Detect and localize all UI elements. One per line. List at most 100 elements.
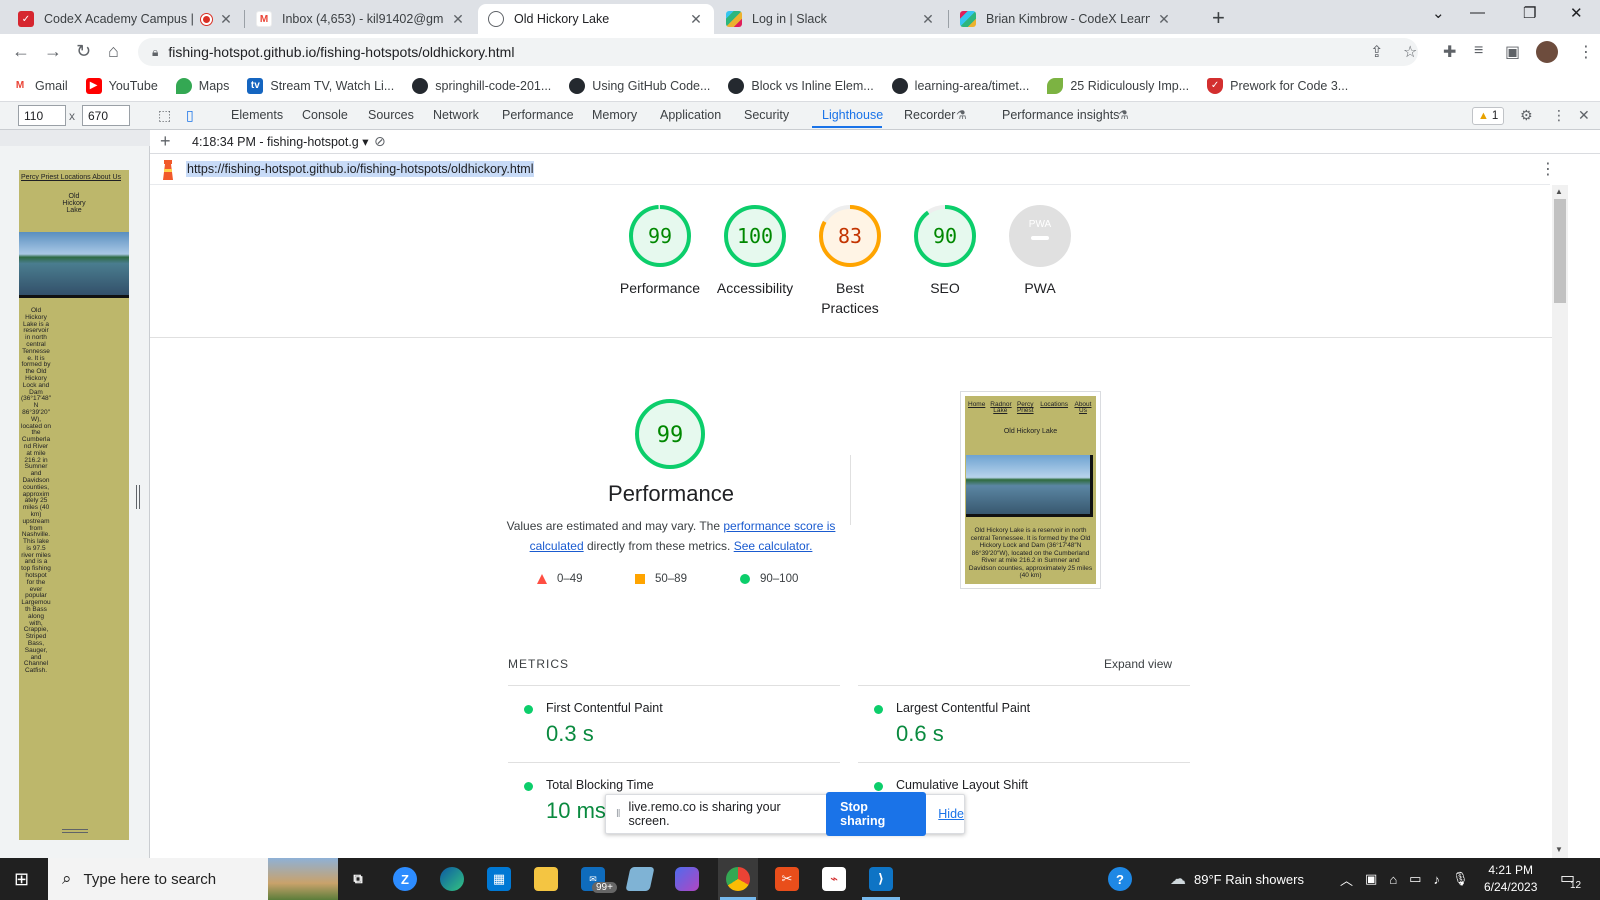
drag-grip-icon[interactable]: ‖ bbox=[616, 808, 621, 820]
taskbar-clock[interactable]: 4:21 PM 6/24/2023 bbox=[1484, 862, 1537, 896]
profile-avatar[interactable] bbox=[1536, 41, 1558, 63]
close-devtools-icon[interactable]: ✕ bbox=[1578, 107, 1590, 124]
close-tab-icon[interactable]: ✕ bbox=[218, 11, 234, 28]
tab-sources[interactable]: Sources bbox=[368, 108, 414, 122]
tab-search-chevron-icon[interactable]: ⌄ bbox=[1432, 4, 1445, 22]
share-icon[interactable]: ⇪ bbox=[1370, 42, 1383, 62]
bookmark-learning-area[interactable]: learning-area/timet... bbox=[891, 77, 1029, 94]
tab-security[interactable]: Security bbox=[744, 108, 789, 122]
report-selector[interactable]: 4:18:34 PM - fishing-hotspot.g ▾ bbox=[192, 134, 369, 149]
tab-network[interactable]: Network bbox=[433, 108, 479, 122]
store-icon[interactable]: ▦ bbox=[487, 867, 511, 891]
tab-old-hickory-lake[interactable]: Old Hickory Lake ✕ bbox=[478, 4, 714, 34]
inspect-element-icon[interactable]: ⬚ bbox=[158, 107, 171, 124]
bookmark-stream-tv[interactable]: tv Stream TV, Watch Li... bbox=[247, 77, 394, 94]
network-icon[interactable]: ⌂ bbox=[1389, 872, 1397, 887]
address-bar[interactable]: 🔒︎ fishing-hotspot.github.io/fishing-hot… bbox=[138, 38, 1418, 66]
weather-widget[interactable]: ☁ 89°F Rain showers bbox=[1170, 858, 1304, 900]
score-gauge-best-practices[interactable]: 83 Best Practices bbox=[795, 203, 905, 318]
close-tab-icon[interactable]: ✕ bbox=[450, 11, 466, 28]
reading-list-icon[interactable]: ≡ bbox=[1474, 42, 1483, 60]
issues-badge[interactable]: ▲ 1 bbox=[1472, 107, 1505, 125]
close-tab-icon[interactable]: ✕ bbox=[1156, 11, 1172, 28]
back-icon[interactable]: ← bbox=[12, 41, 30, 62]
score-gauge-accessibility[interactable]: 100 Accessibility bbox=[700, 203, 810, 298]
chrome-icon[interactable] bbox=[726, 867, 750, 891]
bookmark-youtube[interactable]: ▶ YouTube bbox=[85, 77, 158, 94]
windows-start-icon[interactable]: ⊞ bbox=[14, 869, 29, 890]
bookmark-block-inline[interactable]: Block vs Inline Elem... bbox=[728, 77, 874, 94]
side-panel-icon[interactable]: ▣ bbox=[1505, 42, 1520, 62]
tab-performance-insights[interactable]: Performance insights bbox=[1002, 108, 1119, 122]
scroll-up-icon[interactable]: ▲ bbox=[1555, 187, 1563, 196]
display-icon[interactable]: ▭ bbox=[1409, 871, 1421, 887]
meet-icon[interactable]: ▣ bbox=[1365, 871, 1377, 887]
tab-elements[interactable]: Elements bbox=[231, 108, 283, 122]
lock-icon[interactable]: 🔒︎ bbox=[152, 45, 158, 60]
hide-button[interactable]: Hide bbox=[938, 807, 964, 821]
microphone-icon[interactable]: 🎙︎ bbox=[1452, 871, 1469, 887]
notepad-icon[interactable] bbox=[625, 867, 655, 891]
bookmark-springhill[interactable]: springhill-code-201... bbox=[412, 77, 551, 94]
clear-report-icon[interactable]: ⊘ bbox=[374, 133, 386, 150]
close-tab-icon[interactable]: ✕ bbox=[688, 11, 704, 28]
snip-tool-icon[interactable]: ✂ bbox=[775, 867, 799, 891]
menu-icon[interactable]: ⋮ bbox=[1578, 42, 1594, 62]
visual-studio-icon[interactable] bbox=[675, 867, 699, 891]
score-gauge-performance[interactable]: 99 Performance bbox=[605, 203, 715, 298]
minimize-icon[interactable]: — bbox=[1470, 4, 1485, 21]
forward-icon[interactable]: → bbox=[44, 41, 62, 62]
device-width-input[interactable] bbox=[18, 105, 66, 126]
tab-slack[interactable]: Log in | Slack ✕ bbox=[716, 4, 946, 34]
tab-gmail-inbox[interactable]: M Inbox (4,653) - kil91402@gmail.c ✕ bbox=[246, 4, 476, 34]
new-report-icon[interactable]: + bbox=[160, 131, 171, 152]
pane-resize-handle[interactable] bbox=[136, 485, 140, 509]
tab-memory[interactable]: Memory bbox=[592, 108, 637, 122]
vscode-icon[interactable]: ⟩ bbox=[869, 867, 893, 891]
score-gauge-seo[interactable]: 90 SEO bbox=[890, 203, 1000, 298]
devtools-menu-icon[interactable]: ⋮ bbox=[1552, 107, 1566, 124]
extensions-icon[interactable]: ✚ bbox=[1443, 42, 1456, 62]
scroll-down-icon[interactable]: ▼ bbox=[1555, 845, 1563, 854]
bookmark-github-code[interactable]: Using GitHub Code... bbox=[569, 77, 710, 94]
zoom-icon[interactable]: Z bbox=[393, 867, 417, 891]
close-window-icon[interactable]: ✕ bbox=[1570, 4, 1583, 22]
show-hidden-icons-icon[interactable]: ︿ bbox=[1340, 870, 1353, 889]
edge-icon[interactable] bbox=[440, 867, 464, 891]
bookmark-25-ridiculously[interactable]: 25 Ridiculously Imp... bbox=[1047, 77, 1189, 94]
report-url[interactable]: https://fishing-hotspot.github.io/fishin… bbox=[186, 161, 535, 177]
bookmark-maps[interactable]: Maps bbox=[175, 77, 229, 94]
scrollbar-thumb[interactable] bbox=[1554, 199, 1566, 303]
settings-gear-icon[interactable]: ⚙ bbox=[1520, 107, 1533, 124]
file-explorer-icon[interactable] bbox=[534, 867, 558, 891]
close-tab-icon[interactable]: ✕ bbox=[920, 11, 936, 28]
report-scrollbar[interactable]: ▲ ▼ bbox=[1552, 185, 1568, 858]
taskbar-search-box[interactable]: ⌕ Type here to search bbox=[48, 858, 338, 900]
device-height-input[interactable] bbox=[82, 105, 130, 126]
bookmark-prework[interactable]: ✓ Prework for Code 3... bbox=[1207, 77, 1348, 94]
see-calculator-link[interactable]: See calculator. bbox=[734, 539, 813, 553]
tab-performance[interactable]: Performance bbox=[502, 108, 574, 122]
report-menu-icon[interactable]: ⋮ bbox=[1540, 159, 1556, 179]
tab-application[interactable]: Application bbox=[660, 108, 721, 122]
help-icon[interactable]: ? bbox=[1108, 867, 1132, 891]
tab-codex-learners[interactable]: Brian Kimbrow - CodeX Learners ✕ bbox=[950, 4, 1182, 34]
tab-lighthouse[interactable]: Lighthouse bbox=[822, 108, 883, 122]
preview-nav[interactable]: Percy Priest Locations About Us bbox=[19, 170, 129, 181]
final-screenshot[interactable]: Home Radnor Lake Percy Priest Locations … bbox=[960, 391, 1101, 589]
stop-sharing-button[interactable]: Stop sharing bbox=[826, 792, 927, 836]
new-tab-icon[interactable]: + bbox=[1212, 5, 1225, 31]
pdf-reader-icon[interactable]: ⌁ bbox=[822, 867, 846, 891]
tab-console[interactable]: Console bbox=[302, 108, 348, 122]
tab-codex-academy[interactable]: ✓ CodeX Academy Campus | Re ✕ bbox=[8, 4, 244, 34]
task-view-icon[interactable]: ⧉ bbox=[346, 867, 370, 891]
restore-icon[interactable]: ❐ bbox=[1523, 4, 1536, 22]
preview-resize-handle[interactable] bbox=[62, 829, 88, 833]
expand-view-button[interactable]: Expand view bbox=[1104, 657, 1172, 671]
volume-icon[interactable]: ♪ bbox=[1433, 872, 1440, 887]
device-toolbar-icon[interactable]: ▯ bbox=[186, 107, 194, 124]
reload-icon[interactable]: ↻ bbox=[76, 41, 91, 62]
home-icon[interactable]: ⌂ bbox=[108, 41, 119, 62]
score-gauge-pwa[interactable]: PWA PWA bbox=[985, 203, 1095, 298]
tab-recorder[interactable]: Recorder bbox=[904, 108, 955, 122]
